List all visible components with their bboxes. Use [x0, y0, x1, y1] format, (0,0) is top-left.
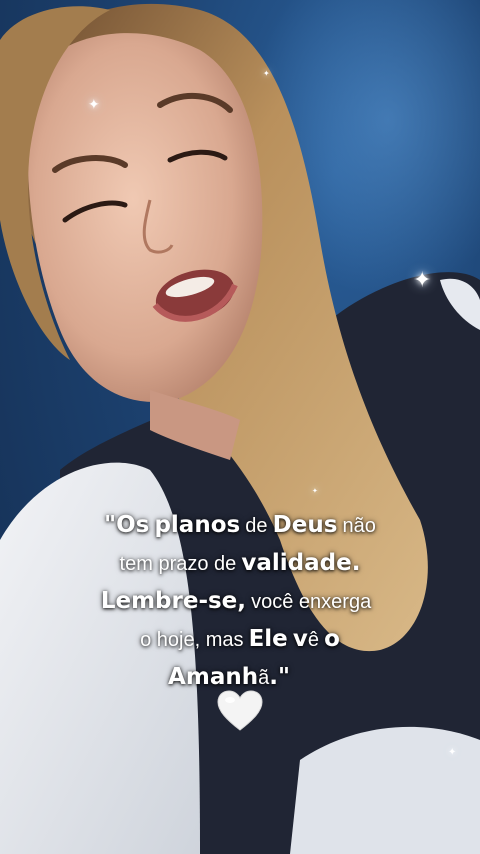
quote-word: Deus — [272, 512, 338, 538]
quote-word: Lembre-se, — [100, 588, 247, 614]
quote-word: não — [342, 515, 376, 537]
quote-word: "Os — [104, 512, 150, 538]
quote-line-4: o hoje, mas Ele vê o — [0, 620, 480, 658]
quote-word: ã — [258, 667, 270, 689]
quote-word: Ele — [248, 626, 288, 652]
video-frame: ✦ ✦ ✦ ✦ ✦ "Os planos de Deus não tem pra… — [0, 0, 480, 854]
quote-word: o — [324, 626, 340, 652]
quote-word: Amanh — [168, 664, 259, 690]
quote-word: você enxerga — [251, 591, 372, 613]
quote-line-1: "Os planos de Deus não — [0, 506, 480, 544]
quote-word: de — [245, 515, 268, 537]
quote-word: o hoje, mas — [140, 629, 244, 651]
white-heart-icon — [217, 690, 263, 731]
quote-word: ." — [269, 664, 290, 690]
sparkle-icon: ✦ — [312, 487, 318, 495]
sparkle-icon: ✦ — [413, 268, 432, 293]
sparkle-icon: ✦ — [88, 97, 100, 113]
quote-line-2: tem prazo de validade. — [0, 544, 480, 582]
quote-word: planos — [154, 512, 241, 538]
sparkle-icon: ✦ — [448, 747, 457, 758]
quote-word: tem prazo de — [119, 553, 237, 575]
quote-text: "Os planos de Deus não tem prazo de vali… — [0, 506, 480, 696]
quote-line-3: Lembre-se, você enxerga — [0, 582, 480, 620]
quote-word: v — [292, 626, 308, 652]
quote-word: validade. — [241, 550, 361, 576]
quote-word: ê — [307, 629, 319, 651]
sparkle-icon: ✦ — [263, 69, 270, 78]
